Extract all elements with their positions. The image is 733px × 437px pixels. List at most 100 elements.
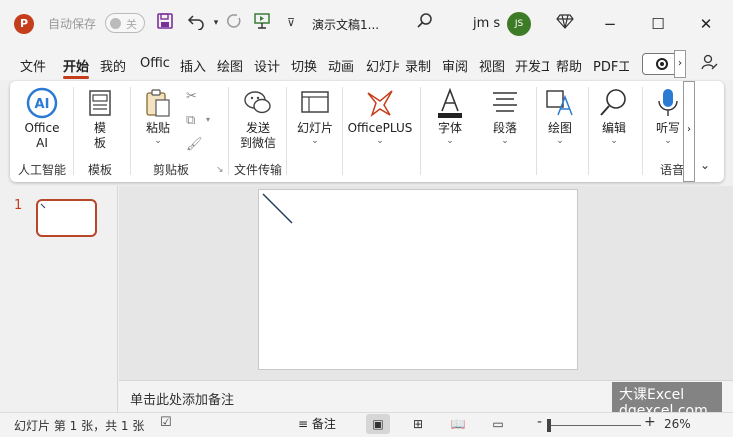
accessibility-icon[interactable]: ☑ xyxy=(160,415,172,430)
tab-insert[interactable]: 插入 xyxy=(180,56,206,75)
diamond-icon[interactable] xyxy=(554,12,576,34)
font-button[interactable]: 字体 ⌄ xyxy=(430,87,470,146)
clipboard-launcher-icon[interactable]: ↘ xyxy=(216,165,224,175)
paste-dropdown-icon[interactable]: ⌄ xyxy=(140,136,176,146)
editing-dropdown-icon[interactable]: ⌄ xyxy=(594,136,634,146)
zoom-in-icon[interactable]: + xyxy=(644,414,656,430)
tab-pdf[interactable]: PDF工 xyxy=(593,56,629,75)
undo-icon[interactable] xyxy=(185,12,207,34)
present-from-beginning-icon[interactable] xyxy=(251,12,273,34)
slideshow-view-icon[interactable]: ▭ xyxy=(486,414,510,434)
slide-sorter-icon[interactable]: ⊞ xyxy=(406,414,430,434)
ribbon-tabs: 文件 开始 我的 Offic 插入 绘图 设计 切换 动画 幻灯片 录制 审阅 … xyxy=(0,48,733,80)
send-to-wechat-button[interactable]: 发送 到微信 xyxy=(236,87,280,151)
close-icon[interactable]: ✕ xyxy=(694,12,718,36)
paragraph-icon xyxy=(493,92,517,112)
avatar[interactable]: JS xyxy=(507,12,531,36)
tab-scroll-right-icon[interactable]: › xyxy=(674,50,686,78)
comment-share-icon[interactable] xyxy=(698,53,720,75)
slide-thumbnail[interactable] xyxy=(36,199,97,237)
paragraph-button[interactable]: 段落 ⌄ xyxy=(485,87,525,146)
slides-button[interactable]: 幻灯片 ⌄ xyxy=(293,87,337,146)
save-icon[interactable] xyxy=(154,12,176,34)
drawing-label: 绘图 xyxy=(547,121,572,135)
tab-mine[interactable]: 我的 xyxy=(100,56,132,75)
group-label-clipboard: 剪贴板 xyxy=(153,163,190,177)
active-tab-indicator xyxy=(63,76,89,79)
slides-label: 幻灯片 xyxy=(296,121,333,135)
format-painter-icon[interactable]: 🖌 xyxy=(186,137,203,152)
paste-button[interactable]: 粘贴 ⌄ xyxy=(140,87,176,146)
dictate-label: 听写 xyxy=(655,121,680,135)
zoom-slider[interactable] xyxy=(549,425,641,426)
zoom-level[interactable]: 26% xyxy=(664,417,691,431)
office-ai-button[interactable]: AI Office AI xyxy=(20,87,64,151)
separator xyxy=(73,87,74,175)
copy-dropdown-icon[interactable]: ▾ xyxy=(206,115,210,124)
tab-animations[interactable]: 动画 xyxy=(328,56,354,75)
font-dropdown-icon[interactable]: ⌄ xyxy=(430,136,470,146)
slide-number: 1 xyxy=(14,198,23,213)
tab-office[interactable]: Offic xyxy=(140,56,174,71)
tab-draw[interactable]: 绘图 xyxy=(217,56,243,75)
document-title: 演示文稿1... xyxy=(312,18,380,32)
minimize-icon[interactable]: − xyxy=(598,12,622,36)
redo-icon[interactable] xyxy=(222,12,244,34)
paragraph-dropdown-icon[interactable]: ⌄ xyxy=(485,136,525,146)
slide-canvas[interactable] xyxy=(258,189,578,370)
title-bar: P 自动保存 关 ▾ ⊽ 演示文稿1... jm s JS − ☐ ✕ xyxy=(0,0,733,48)
drawing-icon xyxy=(546,90,573,116)
send-label-2: 到微信 xyxy=(239,136,276,150)
user-name[interactable]: jm s xyxy=(473,16,500,31)
customize-toolbar-icon[interactable]: ⊽ xyxy=(280,12,302,34)
officeplus-button[interactable]: OfficePLUS ⌄ xyxy=(346,87,414,146)
group-label-voice: 语音 xyxy=(660,163,685,177)
autosave-state: 关 xyxy=(126,18,137,31)
reading-view-icon[interactable]: 📖 xyxy=(446,414,470,434)
zoom-slider-thumb[interactable] xyxy=(547,419,551,432)
tab-design[interactable]: 设计 xyxy=(254,56,280,75)
tab-developer[interactable]: 开发工 xyxy=(515,56,549,75)
tab-file[interactable]: 文件 xyxy=(20,56,46,75)
ribbon: AI Office AI 人工智能 模 板 模板 粘贴 ⌄ ✂ ⧉ ▾ 🖌 剪贴… xyxy=(10,81,724,182)
tab-help[interactable]: 帮助 xyxy=(556,56,582,75)
officeplus-dropdown-icon[interactable]: ⌄ xyxy=(346,136,414,146)
drawing-button[interactable]: 绘图 ⌄ xyxy=(540,87,580,146)
copy-icon[interactable]: ⧉ xyxy=(186,113,195,128)
microphone-icon xyxy=(658,89,678,116)
slides-dropdown-icon[interactable]: ⌄ xyxy=(293,136,337,146)
normal-view-icon[interactable]: ▣ xyxy=(366,414,390,434)
tab-record[interactable]: 录制 xyxy=(405,56,431,75)
drawing-dropdown-icon[interactable]: ⌄ xyxy=(540,136,580,146)
maximize-icon[interactable]: ☐ xyxy=(646,12,670,36)
group-label-ai: 人工智能 xyxy=(18,163,67,177)
dictate-button[interactable]: 听写 ⌄ xyxy=(650,87,686,146)
separator xyxy=(130,87,131,175)
notes-button[interactable]: ≡ 备注 xyxy=(298,415,336,432)
tab-slideshow[interactable]: 幻灯片 xyxy=(366,56,399,75)
search-icon[interactable] xyxy=(414,12,436,34)
zoom-out-icon[interactable]: - xyxy=(537,414,542,430)
watermark-line-1: 大课Excel xyxy=(619,387,685,403)
dictate-dropdown-icon[interactable]: ⌄ xyxy=(650,136,686,146)
editing-button[interactable]: 编辑 ⌄ xyxy=(594,87,634,146)
font-label: 字体 xyxy=(437,121,462,135)
wechat-icon xyxy=(244,91,271,114)
editing-label: 编辑 xyxy=(601,121,626,135)
slide-line-shape[interactable] xyxy=(259,190,577,369)
cut-icon[interactable]: ✂ xyxy=(186,89,197,104)
notes-placeholder[interactable]: 单击此处添加备注 xyxy=(130,389,234,408)
ribbon-collapse-chevron-icon[interactable]: ⌄ xyxy=(700,158,710,172)
autosave-toggle[interactable]: 关 xyxy=(105,13,145,33)
separator xyxy=(588,87,589,175)
tab-transitions[interactable]: 切换 xyxy=(291,56,317,75)
separator xyxy=(342,87,343,175)
tab-review[interactable]: 审阅 xyxy=(442,56,468,75)
template-label-1: 模 xyxy=(93,121,106,135)
template-icon xyxy=(89,90,111,116)
ribbon-scroll-right-icon[interactable]: › xyxy=(683,81,695,182)
template-button[interactable]: 模 板 xyxy=(80,87,120,151)
svg-text:AI: AI xyxy=(35,97,50,112)
tab-home[interactable]: 开始 xyxy=(63,56,89,75)
tab-view[interactable]: 视图 xyxy=(479,56,505,75)
